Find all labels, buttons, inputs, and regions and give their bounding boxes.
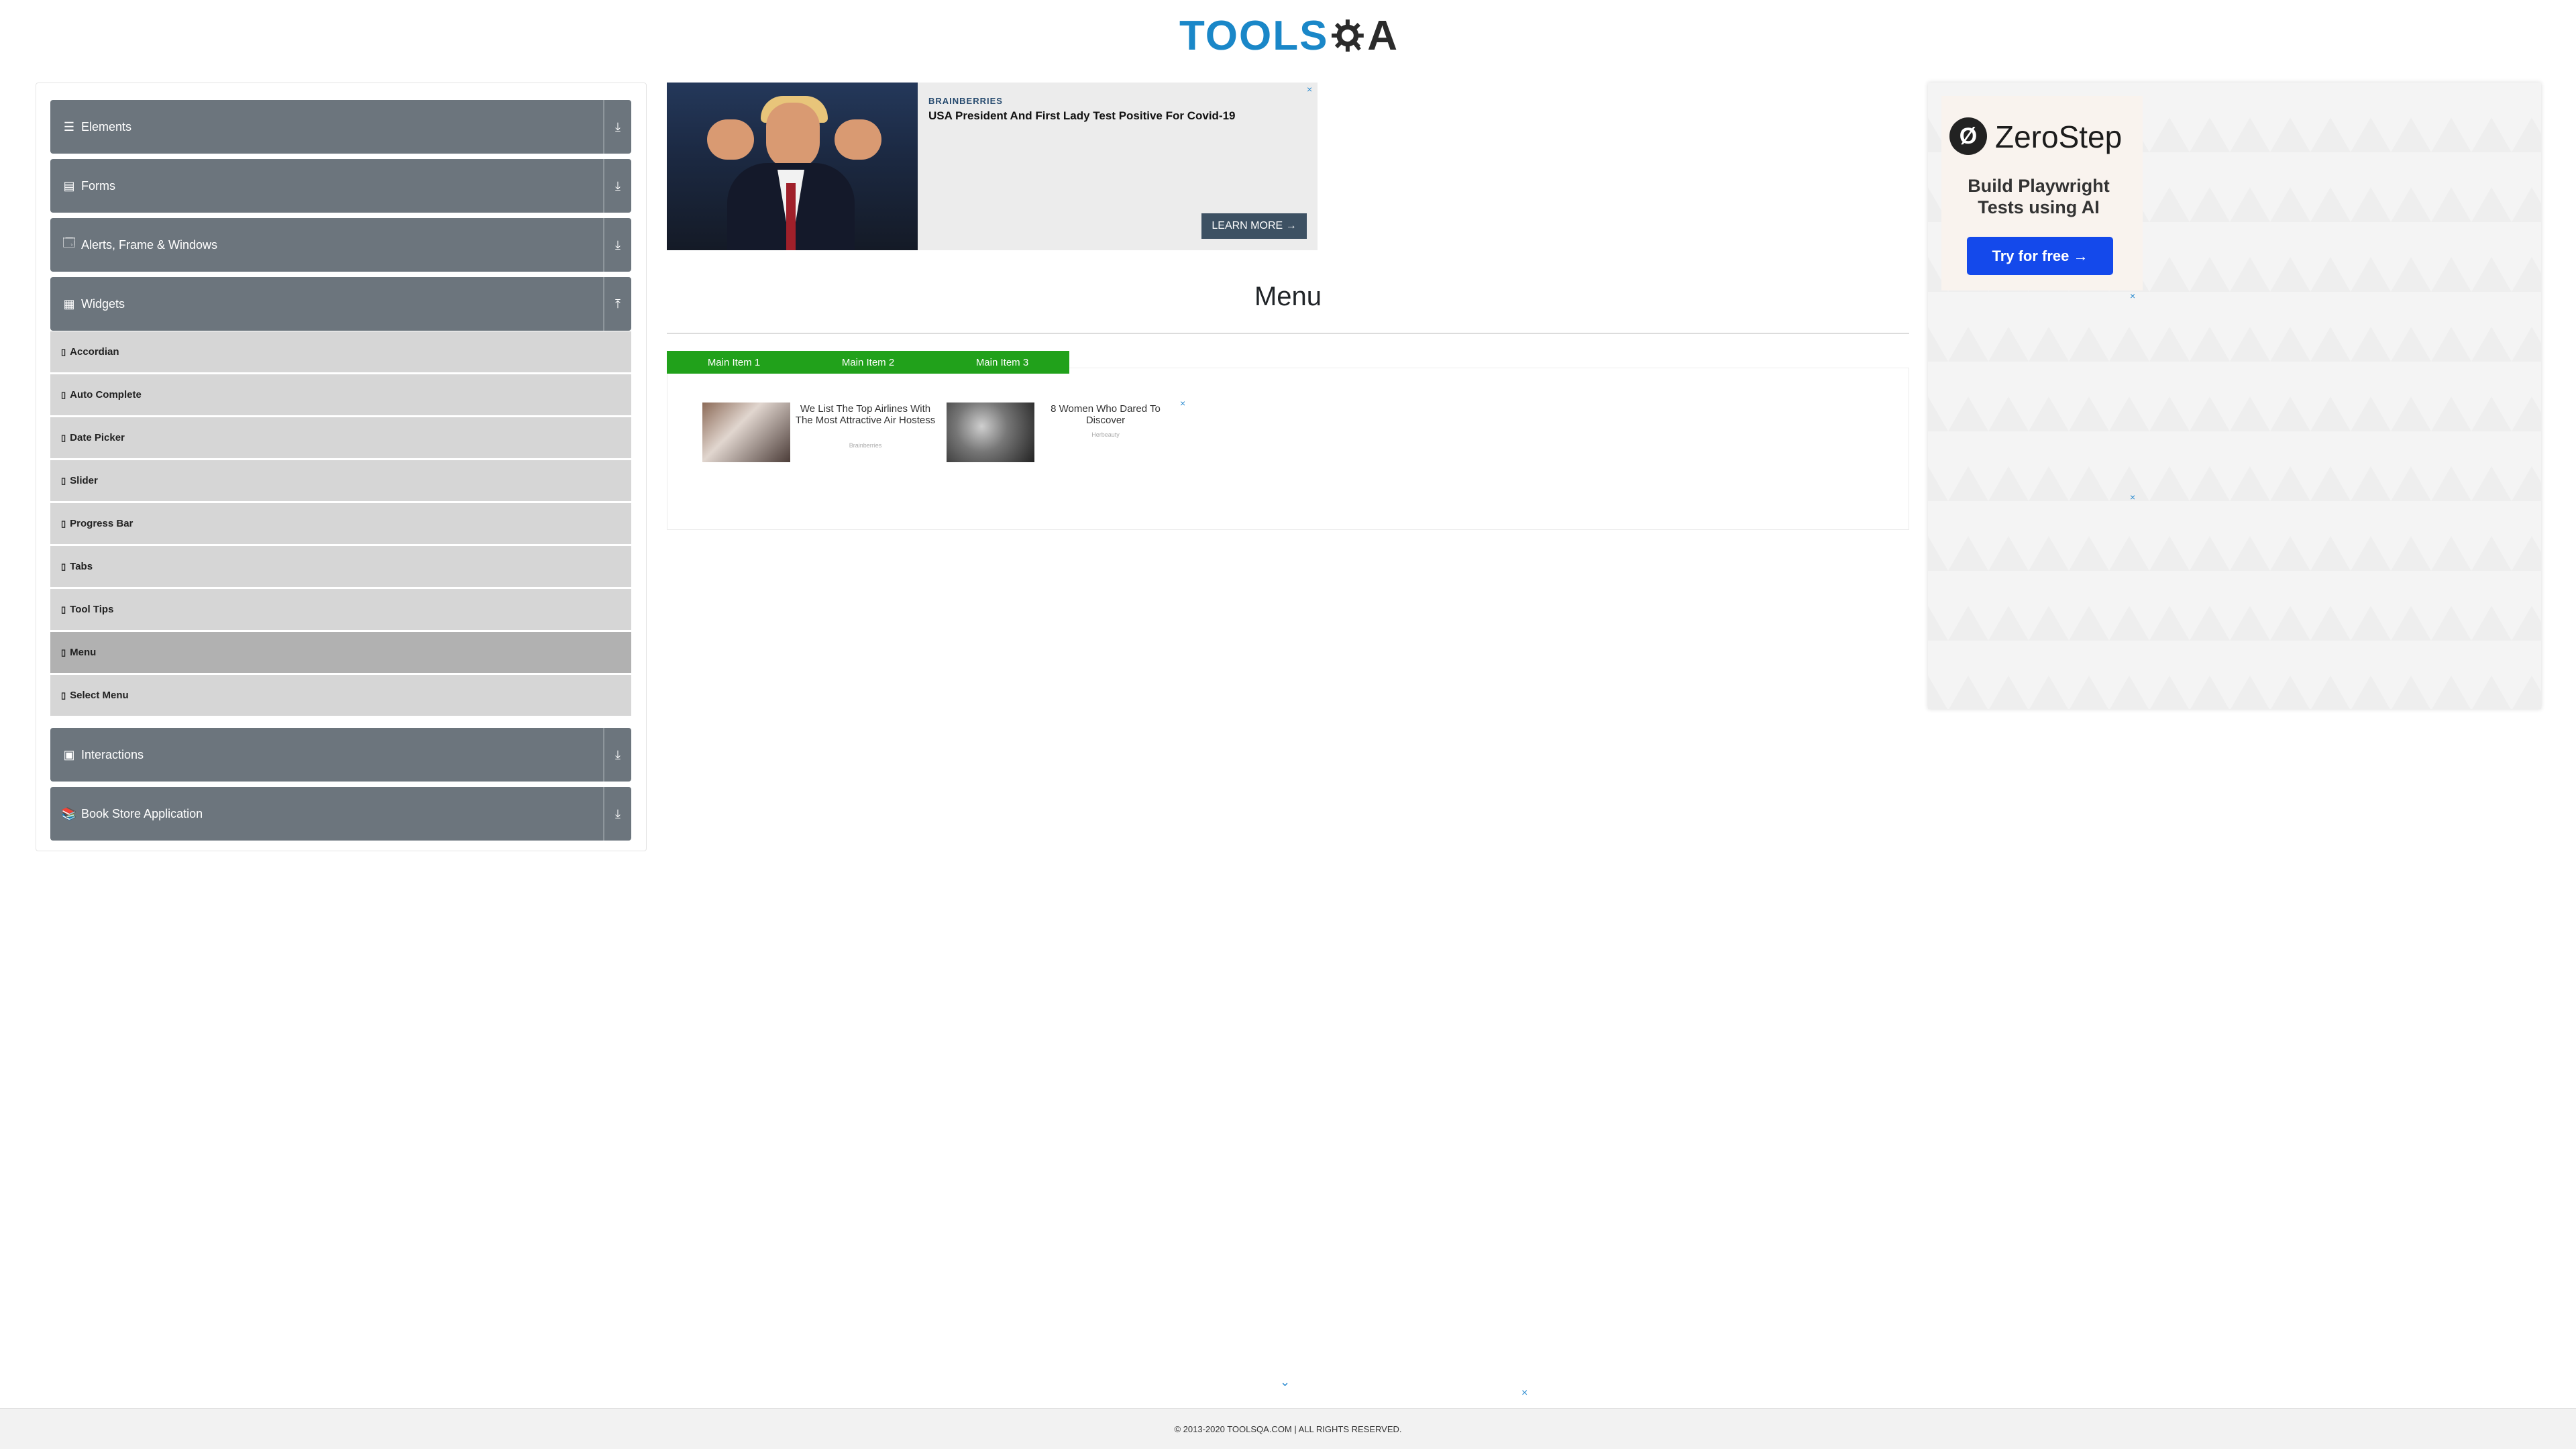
- header: TOOLS A: [0, 0, 2576, 74]
- sidebar-item-auto-complete[interactable]: ▯ Auto Complete: [50, 374, 631, 415]
- try-free-button[interactable]: Try for free →: [1967, 237, 2113, 275]
- item-icon: ▯: [61, 346, 66, 357]
- sidebar-item-accordian[interactable]: ▯ Accordian: [50, 331, 631, 372]
- copyright-text: © 2013-2020 TOOLSQA.COM | ALL RIGHTS RES…: [1174, 1424, 1402, 1434]
- item-icon: ▯: [61, 647, 66, 657]
- item-icon: ▯: [61, 518, 66, 529]
- chevron-down-icon[interactable]: ⌄: [1280, 1375, 1290, 1389]
- content-area: We List The Top Airlines With The Most A…: [667, 368, 1909, 530]
- group-interactions[interactable]: ▣ Interactions ⤓: [50, 728, 631, 782]
- page-title: Menu: [1254, 282, 1322, 311]
- item-icon: ▯: [61, 389, 66, 400]
- book-icon: 📚: [61, 806, 77, 820]
- group-alerts[interactable]: 🗔 Alerts, Frame & Windows ⤓: [50, 218, 631, 272]
- group-widgets[interactable]: ▦ Widgets ⤒: [50, 277, 631, 331]
- ad-card-image[interactable]: [702, 402, 790, 462]
- group-forms[interactable]: ▤ Forms ⤓: [50, 159, 631, 213]
- window-icon: 🗔: [62, 236, 76, 250]
- sidebar-item-label: Progress Bar: [70, 518, 133, 529]
- sidebar-item-label: Slider: [70, 475, 98, 486]
- group-label: Elements: [81, 119, 132, 133]
- sidebar-item-progress-bar[interactable]: ▯ Progress Bar: [50, 503, 631, 544]
- zerostep-logo-icon: Ø: [1949, 117, 1987, 155]
- expand-icon[interactable]: ⤓: [603, 159, 631, 213]
- grid-icon: ▦: [63, 297, 75, 311]
- sidebar-item-label: Tool Tips: [70, 604, 114, 615]
- item-icon: ▯: [61, 604, 66, 614]
- ad-photo: [667, 83, 918, 250]
- nav-menu: Main Item 1 Main Item 2 Main Item 3: [667, 351, 1069, 374]
- close-icon[interactable]: ×: [1521, 1387, 1527, 1399]
- expand-icon[interactable]: ⤓: [603, 787, 631, 841]
- group-label: Interactions: [81, 747, 144, 761]
- expand-icon[interactable]: ⤓: [603, 218, 631, 272]
- expand-icon[interactable]: ⤓: [603, 100, 631, 154]
- sidebar-item-label: Date Picker: [70, 432, 125, 443]
- item-icon: ▯: [61, 475, 66, 486]
- form-icon: ▤: [63, 178, 75, 193]
- advertisement-banner[interactable]: BRAINBERRIES USA President And First Lad…: [667, 83, 1318, 250]
- group-label: Alerts, Frame & Windows: [81, 237, 218, 252]
- group-label: Book Store Application: [81, 806, 203, 820]
- collapse-icon[interactable]: ⤒: [603, 277, 631, 331]
- item-icon: ▯: [61, 561, 66, 572]
- close-icon[interactable]: ×: [1180, 398, 1185, 409]
- divider: [667, 333, 1909, 334]
- close-icon[interactable]: ×: [2130, 290, 2135, 301]
- ad-brand: BRAINBERRIES: [928, 96, 1003, 106]
- ad-brand: ZeroStep: [1995, 119, 2123, 154]
- gear-icon: [1332, 19, 1364, 52]
- group-label: Widgets: [81, 297, 125, 311]
- ad-card-source: Herbeauty: [1091, 431, 1120, 438]
- logo-letter: A: [1367, 12, 1397, 59]
- interactions-icon: ▣: [63, 747, 75, 761]
- ad-tagline: Build Playwright Tests using AI: [1968, 176, 2110, 217]
- group-book-store[interactable]: 📚 Book Store Application ⤓: [50, 787, 631, 841]
- sidebar-item-label: Tabs: [70, 561, 93, 572]
- sidebar-item-select-menu[interactable]: ▯ Select Menu: [50, 675, 631, 716]
- advertisement-sidebar[interactable]: Ø ZeroStep Build Playwright Tests using …: [1928, 83, 2541, 709]
- toolsqa-logo[interactable]: TOOLS A: [1179, 9, 1397, 62]
- left-panel: ☰ Elements ⤓ ▤ Forms ⤓ 🗔 Alerts, Frame &…: [36, 83, 647, 851]
- ad-card-title[interactable]: We List The Top Airlines With The Most A…: [794, 403, 937, 426]
- sidebar-item-label: Select Menu: [70, 690, 129, 701]
- expand-icon[interactable]: ⤓: [603, 728, 631, 782]
- ad-headline[interactable]: USA President And First Lady Test Positi…: [928, 109, 1236, 123]
- close-icon[interactable]: ×: [2130, 492, 2135, 502]
- ad-card-title[interactable]: 8 Women Who Dared To Discover: [1038, 403, 1173, 426]
- ad-card-image[interactable]: [947, 402, 1034, 462]
- group-elements[interactable]: ☰ Elements ⤓: [50, 100, 631, 154]
- list-icon: ☰: [63, 119, 75, 133]
- sidebar-item-label: Accordian: [70, 346, 119, 358]
- sidebar-item-tool-tips[interactable]: ▯ Tool Tips: [50, 589, 631, 630]
- group-label: Forms: [81, 178, 115, 193]
- sidebar-item-slider[interactable]: ▯ Slider: [50, 460, 631, 501]
- item-icon: ▯: [61, 690, 66, 700]
- menu-item-1[interactable]: Main Item 1: [667, 351, 801, 374]
- logo-text: TOOLS: [1179, 12, 1329, 59]
- sidebar-item-label: Auto Complete: [70, 389, 142, 400]
- ad-card-source: Brainberries: [849, 442, 882, 449]
- footer: © 2013-2020 TOOLSQA.COM | ALL RIGHTS RES…: [0, 1408, 2576, 1449]
- sidebar-item-tabs[interactable]: ▯ Tabs: [50, 546, 631, 587]
- sidebar-item-label: Menu: [70, 647, 97, 658]
- item-icon: ▯: [61, 432, 66, 443]
- menu-item-2[interactable]: Main Item 2: [801, 351, 935, 374]
- close-icon[interactable]: ×: [1307, 84, 1312, 95]
- learn-more-button[interactable]: LEARN MORE →: [1201, 213, 1307, 239]
- sidebar-item-menu[interactable]: ▯ Menu: [50, 632, 631, 673]
- sidebar-item-date-picker[interactable]: ▯ Date Picker: [50, 417, 631, 458]
- menu-item-3[interactable]: Main Item 3: [935, 351, 1069, 374]
